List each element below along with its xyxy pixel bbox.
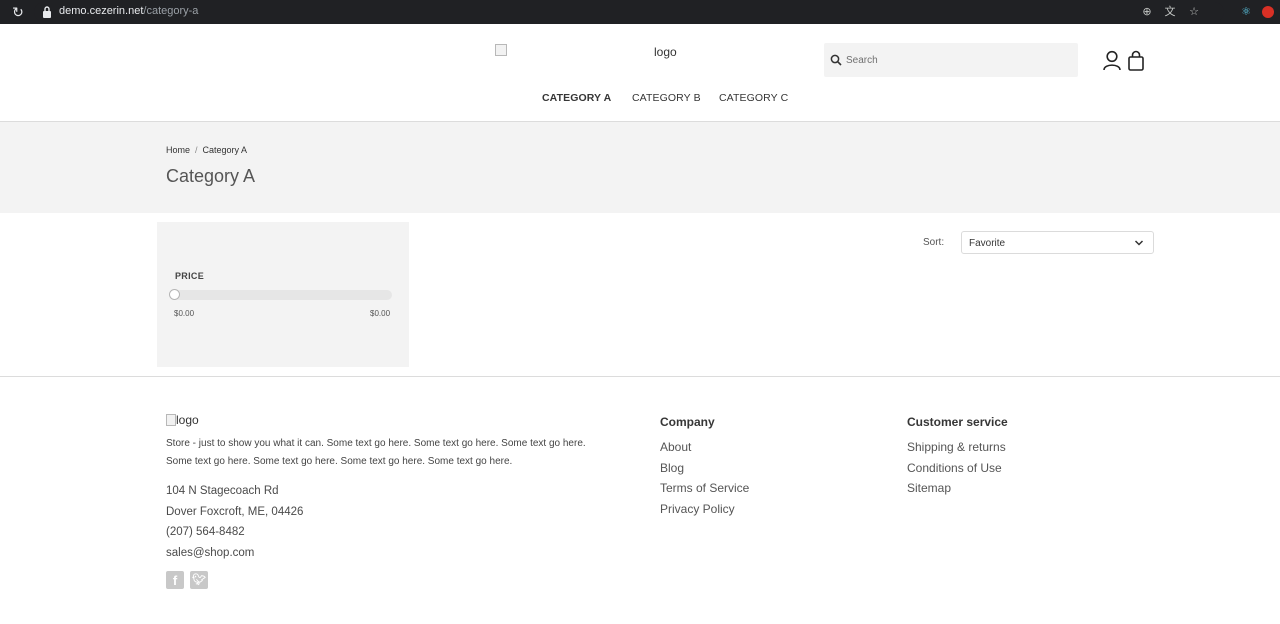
header-logo[interactable]: logo: [495, 44, 695, 62]
search-box[interactable]: [824, 43, 1078, 77]
broken-image-icon: [166, 414, 176, 426]
customer-service-heading: Customer service: [907, 415, 1008, 429]
footer-description: Store - just to show you what it can. So…: [166, 438, 586, 467]
footer-logo-alt: logo: [176, 413, 199, 427]
email-address: sales@shop.com: [166, 546, 255, 559]
lock-icon: [43, 6, 51, 18]
add-icon[interactable]: ⊕: [1139, 4, 1155, 20]
address-bar[interactable]: [34, 2, 1224, 22]
customer-service-links: Shipping & returns Conditions of Use Sit…: [907, 437, 1006, 499]
twitter-icon[interactable]: 🐦︎: [190, 571, 208, 589]
address-url[interactable]: demo.cezerin.net/category-a: [59, 5, 198, 17]
react-devtools-icon[interactable]: ⚛: [1238, 4, 1254, 20]
footer-link-privacy[interactable]: Privacy Policy: [660, 499, 749, 520]
footer-link-conditions[interactable]: Conditions of Use: [907, 458, 1006, 479]
footer-link-blog[interactable]: Blog: [660, 458, 749, 479]
browser-toolbar: ↻ demo.cezerin.net/category-a ⊕ 文 ☆ ⚛: [0, 0, 1280, 24]
price-slider-track[interactable]: [174, 290, 392, 300]
nav-category-a[interactable]: CATEGORY A: [542, 92, 611, 104]
breadcrumb-separator: /: [195, 145, 198, 155]
site-header: logo CATEGORY A CATEGORY B CATEGORY C: [0, 24, 1280, 122]
search-input[interactable]: [846, 51, 1066, 69]
company-heading: Company: [660, 415, 715, 429]
shopping-bag-icon[interactable]: [1126, 50, 1146, 72]
sort-selected-value: Favorite: [969, 238, 1006, 249]
address-line-2: Dover Foxcroft, ME, 04426: [166, 505, 304, 518]
footer-link-about[interactable]: About: [660, 437, 749, 458]
star-icon[interactable]: ☆: [1186, 4, 1202, 20]
url-host: demo.cezerin.net: [59, 5, 144, 17]
footer-link-sitemap[interactable]: Sitemap: [907, 478, 1006, 499]
price-filter-label: PRICE: [175, 271, 205, 281]
broken-image-icon: [495, 44, 507, 56]
footer-link-terms[interactable]: Terms of Service: [660, 478, 749, 499]
facebook-icon[interactable]: f: [166, 571, 184, 589]
footer-contact: 104 N Stagecoach Rd Dover Foxcroft, ME, …: [166, 481, 303, 563]
reload-icon[interactable]: ↻: [10, 4, 26, 20]
url-path: /category-a: [143, 5, 199, 17]
footer-link-shipping[interactable]: Shipping & returns: [907, 437, 1006, 458]
nav-category-c[interactable]: CATEGORY C: [719, 92, 788, 104]
logo-alt-text: logo: [654, 45, 677, 59]
extension-icon[interactable]: [1262, 6, 1274, 18]
breadcrumb-current[interactable]: Category A: [203, 145, 248, 155]
user-account-icon[interactable]: [1102, 50, 1122, 72]
page-title: Category A: [166, 166, 256, 186]
footer-logo[interactable]: logo: [166, 413, 199, 427]
main-nav: CATEGORY A CATEGORY B CATEGORY C: [0, 92, 1280, 112]
company-links: About Blog Terms of Service Privacy Poli…: [660, 437, 749, 519]
site-footer: logo Store - just to show you what it ca…: [0, 376, 1280, 624]
chevron-down-icon: [1134, 240, 1144, 246]
price-min-value: $0.00: [174, 309, 195, 318]
breadcrumb: Home / Category A: [166, 145, 247, 155]
price-filter-panel: PRICE $0.00 $0.00: [157, 222, 409, 367]
category-header: Home / Category A Category A: [0, 122, 1280, 213]
sort-label: Sort:: [923, 237, 945, 248]
address-line-1: 104 N Stagecoach Rd: [166, 485, 279, 497]
nav-category-b[interactable]: CATEGORY B: [632, 92, 701, 104]
sort-select[interactable]: Favorite: [961, 231, 1154, 254]
price-max-value: $0.00: [370, 309, 391, 318]
search-icon: [830, 54, 842, 66]
phone-number: (207) 564-8482: [166, 526, 245, 538]
translate-icon[interactable]: 文: [1162, 4, 1178, 20]
breadcrumb-home[interactable]: Home: [166, 145, 190, 155]
price-slider-handle[interactable]: [169, 289, 180, 300]
